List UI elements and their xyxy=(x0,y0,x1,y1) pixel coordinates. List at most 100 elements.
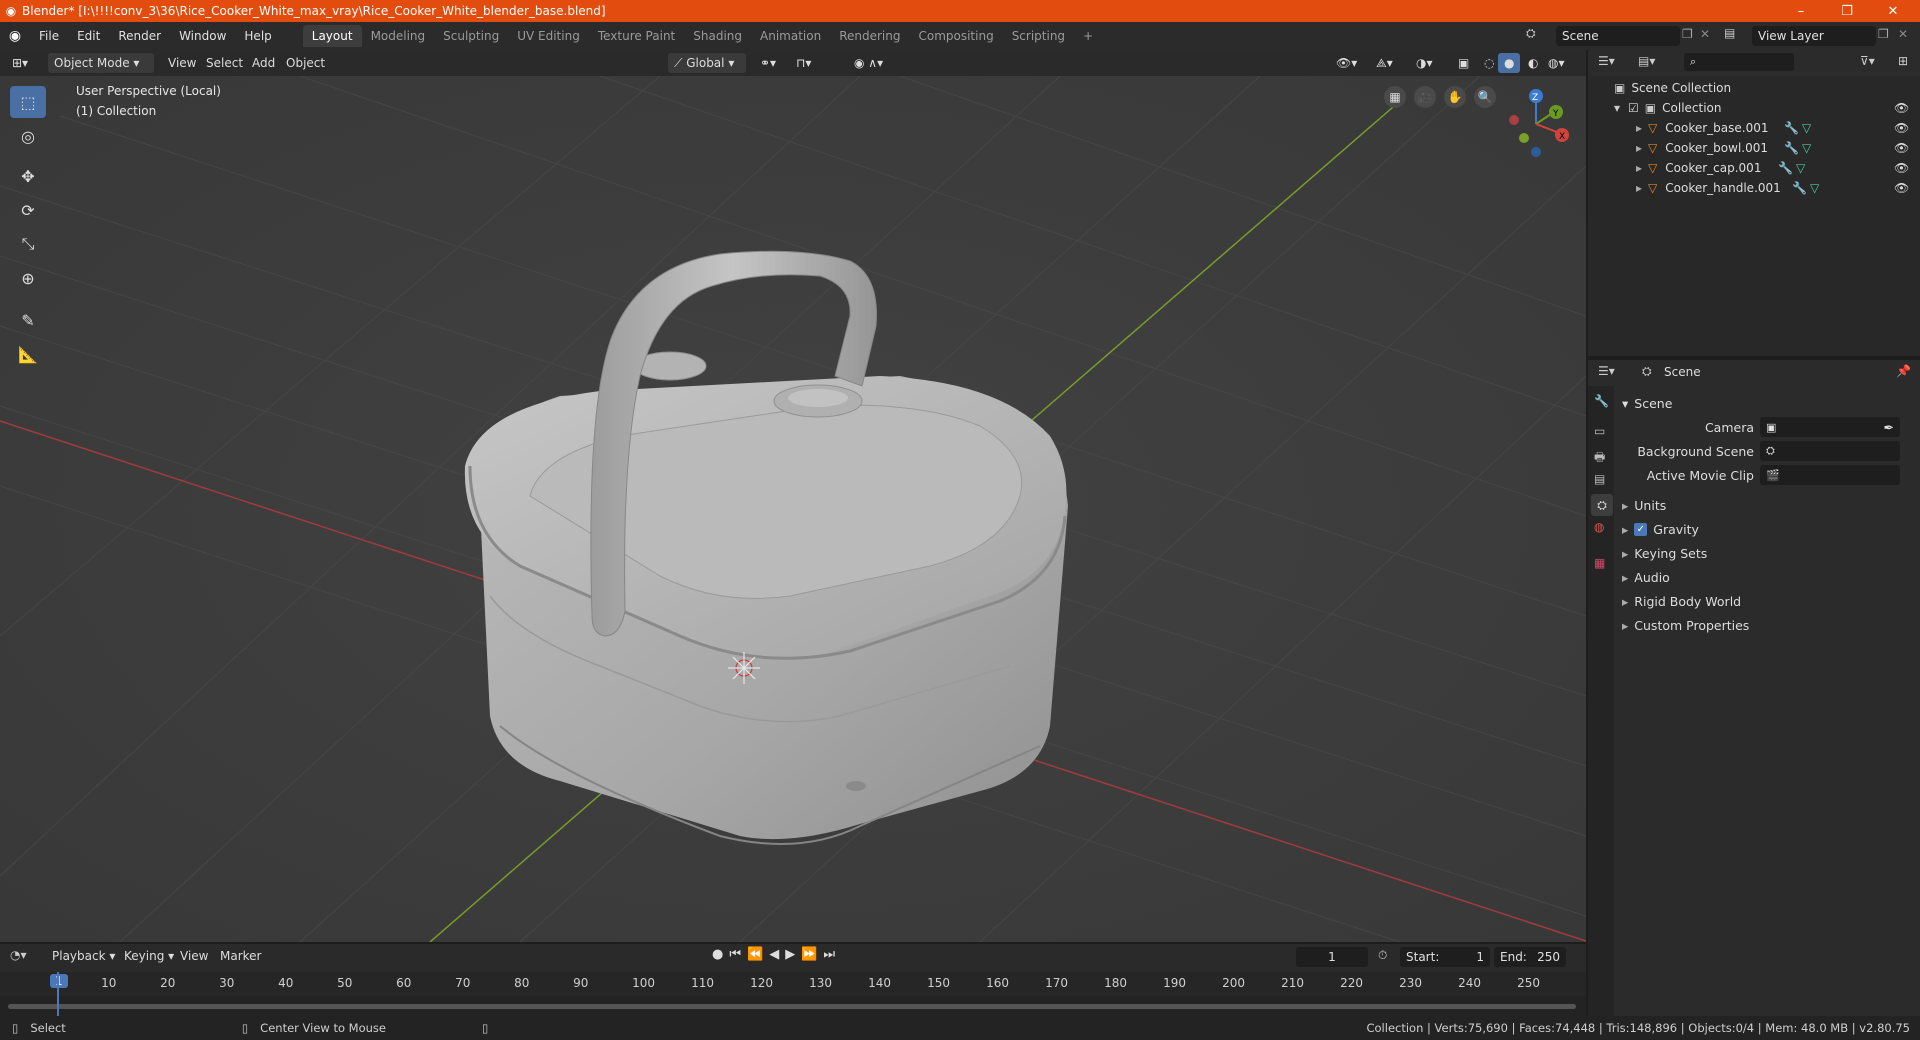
preview-range-icon[interactable]: ⏱ xyxy=(1378,948,1387,963)
checkbox-icon[interactable]: ☑ xyxy=(1628,101,1639,115)
timeline-scrollbar[interactable] xyxy=(8,1004,1576,1009)
outliner-item-cooker-cap[interactable]: ▸ ▽ Cooker_cap.001 🔧 ▽ 👁 xyxy=(1588,158,1920,178)
menu-edit[interactable]: Edit xyxy=(68,29,109,43)
eye-icon[interactable]: 👁 xyxy=(1894,161,1909,175)
menu-file[interactable]: File xyxy=(30,29,68,43)
custom-properties-panel[interactable]: ▸ Custom Properties xyxy=(1618,614,1920,636)
object-menu[interactable]: Object xyxy=(280,53,331,73)
transform-tool-icon[interactable]: ⊕ xyxy=(10,262,46,294)
display-mode-icon[interactable]: ▤▾ xyxy=(1638,54,1655,68)
timeline-view-menu[interactable]: View xyxy=(180,949,208,963)
delete-scene-icon[interactable]: ✕ xyxy=(1700,27,1710,41)
new-collection-icon[interactable]: ⊞ xyxy=(1898,54,1908,68)
camera-field[interactable]: ▣ ✒ xyxy=(1760,417,1900,437)
transform-orientation[interactable]: ⟋ Global ▾ xyxy=(668,53,746,73)
select-menu[interactable]: Select xyxy=(200,53,249,73)
scale-tool-icon[interactable]: ⤡ xyxy=(10,228,46,260)
outliner-item-cooker-base[interactable]: ▸ ▽ Cooker_base.001 🔧 ▽ 👁 xyxy=(1588,118,1920,138)
play-reverse-icon[interactable]: ◀ xyxy=(769,947,785,962)
tab-sculpting[interactable]: Sculpting xyxy=(434,25,508,47)
play-icon[interactable]: ▶ xyxy=(785,947,801,962)
solid-shading-icon[interactable]: ● xyxy=(1498,53,1521,73)
next-keyframe-icon[interactable]: ⏩ xyxy=(801,947,823,962)
eye-icon[interactable]: 👁 xyxy=(1894,101,1909,115)
pan-view-icon[interactable]: ✋ xyxy=(1444,86,1466,108)
menu-window[interactable]: Window xyxy=(170,29,235,43)
blender-menu-icon[interactable]: ◉ xyxy=(0,28,30,44)
rendered-shading-icon[interactable]: ◍▾ xyxy=(1542,53,1571,73)
navigation-gizmo[interactable]: Z Y X xyxy=(1496,82,1576,162)
add-workspace-icon[interactable]: + xyxy=(1074,25,1102,47)
texture-tab-icon[interactable]: ▦ xyxy=(1594,556,1605,570)
world-tab-icon[interactable]: ◍ xyxy=(1594,520,1604,534)
keying-menu[interactable]: Keying ▾ xyxy=(124,949,174,963)
expand-arrow-icon[interactable]: ▸ xyxy=(1636,141,1642,155)
outliner-search-input[interactable]: ⌕ xyxy=(1684,53,1794,71)
scene-section-header[interactable]: ▾ Scene xyxy=(1618,392,1920,414)
outliner-item-cooker-bowl[interactable]: ▸ ▽ Cooker_bowl.001 🔧 ▽ 👁 xyxy=(1588,138,1920,158)
jump-start-icon[interactable]: ⏮ xyxy=(729,947,747,962)
filter-icon[interactable]: ⊽▾ xyxy=(1860,54,1875,68)
modifier-icon[interactable]: 🔧 xyxy=(1792,181,1807,195)
gravity-checkbox[interactable]: ✓ xyxy=(1634,522,1648,536)
view-layer-field[interactable]: View Layer xyxy=(1752,26,1876,46)
grid-view-icon[interactable]: ▦ xyxy=(1384,86,1406,108)
mesh-data-icon[interactable]: ▽ xyxy=(1802,121,1811,135)
background-scene-field[interactable]: ⛭ xyxy=(1760,441,1900,461)
tab-rendering[interactable]: Rendering xyxy=(830,25,909,47)
move-tool-icon[interactable]: ✥ xyxy=(10,160,46,192)
rigid-body-world-panel[interactable]: ▸ Rigid Body World xyxy=(1618,590,1920,612)
marker-menu[interactable]: Marker xyxy=(220,949,261,963)
tool-tab-icon[interactable]: 🔧 xyxy=(1594,394,1609,408)
cursor-tool-icon[interactable]: ◎ xyxy=(10,120,46,152)
expand-arrow-icon[interactable]: ▸ xyxy=(1636,181,1642,195)
mesh-data-icon[interactable]: ▽ xyxy=(1802,141,1811,155)
current-frame-field[interactable]: 1 xyxy=(1296,947,1368,967)
outliner-editor-icon[interactable]: ☰▾ xyxy=(1598,54,1615,68)
tab-uv-editing[interactable]: UV Editing xyxy=(508,25,589,47)
modifier-icon[interactable]: 🔧 xyxy=(1778,161,1793,175)
tab-texture-paint[interactable]: Texture Paint xyxy=(589,25,684,47)
mesh-data-icon[interactable]: ▽ xyxy=(1796,161,1805,175)
timeline-track[interactable] xyxy=(0,996,1586,1016)
eye-icon[interactable]: 👁 xyxy=(1894,181,1909,195)
rotate-tool-icon[interactable]: ⟳ xyxy=(10,194,46,226)
delete-view-layer-icon[interactable]: ✕ xyxy=(1898,27,1908,41)
close-button[interactable]: ✕ xyxy=(1870,0,1916,22)
menu-help[interactable]: Help xyxy=(235,29,280,43)
3d-viewport[interactable]: User Perspective (Local) (1) Collection … xyxy=(0,76,1586,942)
scene-icon[interactable]: ⛭ xyxy=(1526,26,1536,41)
xray-icon[interactable]: ▣ xyxy=(1452,53,1475,73)
pivot-icon[interactable]: ⚭▾ xyxy=(754,53,782,73)
prev-keyframe-icon[interactable]: ⏪ xyxy=(747,947,769,962)
new-view-layer-icon[interactable]: ❐ xyxy=(1878,27,1889,41)
add-menu[interactable]: Add xyxy=(246,53,281,73)
tab-animation[interactable]: Animation xyxy=(751,25,830,47)
eyedropper-icon[interactable]: ✒ xyxy=(1884,420,1894,435)
tab-modeling[interactable]: Modeling xyxy=(362,25,435,47)
expand-arrow-icon[interactable]: ▾ xyxy=(1614,101,1620,115)
active-movie-clip-field[interactable]: 🎬 xyxy=(1760,465,1900,485)
minimize-button[interactable]: – xyxy=(1778,0,1824,22)
properties-editor-icon[interactable]: ☰▾ xyxy=(1598,364,1615,378)
measure-tool-icon[interactable]: 📐 xyxy=(10,338,46,370)
tab-shading[interactable]: Shading xyxy=(684,25,751,47)
render-tab-icon[interactable]: ▭ xyxy=(1594,424,1605,438)
menu-render[interactable]: Render xyxy=(109,29,170,43)
tab-layout[interactable]: Layout xyxy=(302,25,362,47)
proportional-edit-icon[interactable]: ◉ ∧▾ xyxy=(848,53,889,73)
tab-compositing[interactable]: Compositing xyxy=(909,25,1002,47)
visibility-icon[interactable]: 👁▾ xyxy=(1330,53,1363,73)
end-frame-field[interactable]: End: 250 xyxy=(1494,947,1566,967)
view-layer-icon[interactable]: ▤ xyxy=(1724,26,1735,40)
overlay-toggle-icon[interactable]: ◑▾ xyxy=(1410,53,1439,73)
timeline-editor-icon[interactable]: ◔▾ xyxy=(10,948,27,962)
modifier-icon[interactable]: 🔧 xyxy=(1784,141,1799,155)
annotate-tool-icon[interactable]: ✎ xyxy=(10,304,46,336)
outliner-collection[interactable]: ▾ ☑ ▣ Collection 👁 xyxy=(1588,98,1920,118)
outliner-scene-collection[interactable]: ▣ Scene Collection xyxy=(1588,78,1920,98)
keying-sets-panel[interactable]: ▸ Keying Sets xyxy=(1618,542,1920,564)
tab-scripting[interactable]: Scripting xyxy=(1003,25,1074,47)
view-menu[interactable]: View xyxy=(162,53,202,73)
camera-view-icon[interactable]: 🎥 xyxy=(1414,86,1436,108)
